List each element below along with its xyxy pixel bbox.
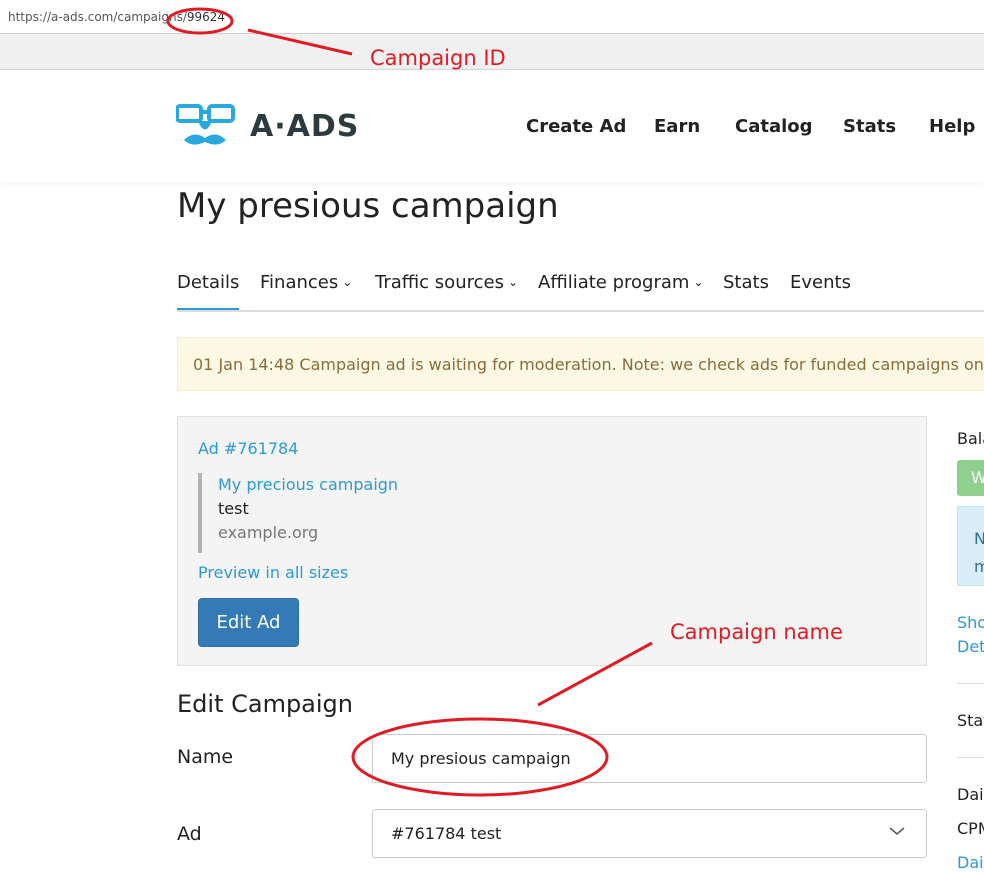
page-title: My presious campaign bbox=[177, 186, 559, 226]
nav-catalog[interactable]: Catalog bbox=[735, 116, 813, 137]
ad-preview-body: test bbox=[218, 499, 249, 518]
tab-events[interactable]: Events bbox=[790, 272, 851, 293]
nav-create-ad[interactable]: Create Ad bbox=[526, 116, 626, 137]
sidebar-status-label: Stat bbox=[957, 711, 984, 730]
nav-help[interactable]: Help bbox=[929, 116, 975, 137]
campaign-name-input[interactable]: My presious campaign bbox=[372, 734, 927, 783]
chevron-down-icon bbox=[889, 827, 905, 835]
sidebar-link-show[interactable]: Sho bbox=[957, 613, 984, 632]
name-label: Name bbox=[177, 746, 234, 768]
sidebar-balance-label: Bala bbox=[957, 429, 984, 448]
url-campaign-id: 99624 bbox=[186, 10, 226, 24]
nav-earn[interactable]: Earn bbox=[654, 116, 700, 137]
sidebar-info-box: N m bbox=[957, 506, 984, 586]
sidebar-divider bbox=[957, 757, 984, 758]
tab-finances[interactable]: Finances ⌄ bbox=[260, 272, 352, 293]
tab-details[interactable]: Details bbox=[177, 272, 240, 310]
url-text[interactable]: https://a-ads.com/campaigns/99624 bbox=[8, 10, 225, 24]
campaign-name-annotation: Campaign name bbox=[670, 620, 843, 644]
ad-preview-quote: My precious campaign test example.org bbox=[198, 473, 398, 553]
tab-stats[interactable]: Stats bbox=[723, 272, 769, 293]
ad-preview-title[interactable]: My precious campaign bbox=[218, 473, 398, 497]
chevron-down-icon: ⌄ bbox=[342, 275, 353, 289]
moderation-alert: 01 Jan 14:48 Campaign ad is waiting for … bbox=[177, 337, 984, 391]
ad-preview-url: example.org bbox=[218, 523, 319, 542]
campaign-tabs: Details Finances ⌄ Traffic sources ⌄ Affil… bbox=[177, 272, 984, 312]
ad-select-value: #761784 test bbox=[391, 824, 502, 843]
tab-affiliate-program[interactable]: Affiliate program ⌄ bbox=[538, 272, 704, 293]
sidebar-daily-label: Dail bbox=[957, 785, 984, 804]
edit-campaign-heading: Edit Campaign bbox=[177, 690, 354, 718]
ad-id-link[interactable]: Ad #761784 bbox=[198, 439, 298, 458]
preview-all-sizes-link[interactable]: Preview in all sizes bbox=[198, 563, 348, 582]
sidebar-daily-link[interactable]: Dail bbox=[957, 853, 984, 872]
campaign-name-value: My presious campaign bbox=[391, 749, 571, 768]
sidebar-green-button[interactable]: W bbox=[957, 460, 984, 496]
sidebar-divider bbox=[957, 683, 984, 684]
chevron-down-icon: ⌄ bbox=[507, 275, 519, 289]
tab-traffic-sources[interactable]: Traffic sources ⌄ bbox=[375, 272, 518, 293]
site-header: A·ADS Create Ad Earn Catalog Stats Help bbox=[0, 70, 984, 182]
sidebar-cpm-label: CPM bbox=[957, 819, 984, 838]
chevron-down-icon: ⌄ bbox=[693, 275, 704, 289]
sidebar-link-details[interactable]: Det bbox=[957, 637, 984, 656]
browser-address-bar[interactable]: https://a-ads.com/campaigns/99624 bbox=[0, 0, 984, 34]
ad-select[interactable]: #761784 test bbox=[372, 809, 927, 858]
nav-stats[interactable]: Stats bbox=[843, 116, 896, 137]
edit-ad-button[interactable]: Edit Ad bbox=[198, 598, 299, 647]
campaign-id-annotation: Campaign ID bbox=[370, 46, 506, 70]
logo[interactable]: A·ADS bbox=[176, 102, 359, 150]
mustache-logo-icon bbox=[176, 104, 235, 145]
ad-label: Ad bbox=[177, 823, 202, 845]
logo-text: A·ADS bbox=[250, 108, 360, 144]
